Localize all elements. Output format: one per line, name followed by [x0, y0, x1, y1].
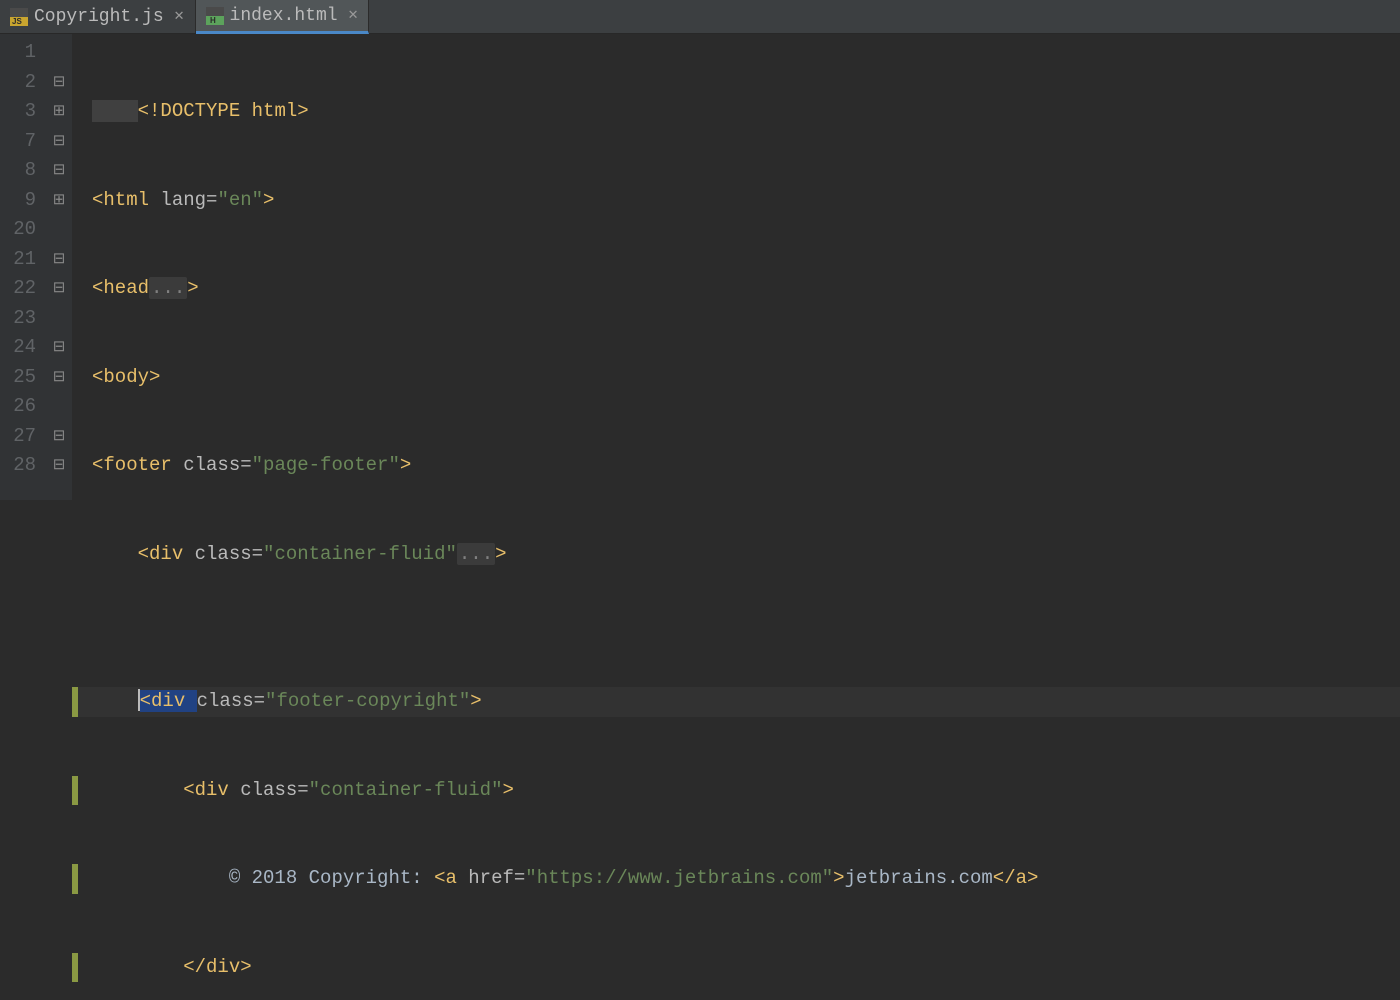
line-number: 28 [0, 451, 36, 481]
code-line: <body> [72, 363, 1400, 393]
line-number: 7 [0, 127, 36, 157]
fold-toggle[interactable]: ⊟ [46, 422, 72, 452]
code-line: <!DOCTYPE html> [72, 97, 1400, 127]
text-cursor [138, 689, 140, 711]
line-number: 9 [0, 186, 36, 216]
code-line: <div class="footer-copyright"> [72, 687, 1400, 717]
line-number: 2 [0, 68, 36, 98]
change-marker [72, 953, 78, 983]
code-area[interactable]: <!DOCTYPE html> <html lang="en"> <head..… [72, 34, 1400, 500]
line-number: 27 [0, 422, 36, 452]
line-number: 25 [0, 363, 36, 393]
line-number: 24 [0, 333, 36, 363]
code-line: <div class="container-fluid"> [72, 776, 1400, 806]
code-line: <html lang="en"> [72, 186, 1400, 216]
line-number: 23 [0, 304, 36, 334]
change-marker [72, 687, 78, 717]
line-number: 8 [0, 156, 36, 186]
fold-toggle [46, 215, 72, 245]
fold-gutter[interactable]: ⊟ ⊞ ⊟ ⊟ ⊞ ⊟ ⊟ ⊟ ⊟ ⊟ ⊟ [46, 34, 72, 500]
fold-toggle [46, 38, 72, 68]
close-icon[interactable]: ✕ [174, 9, 185, 24]
tab-bar: JS Copyright.js ✕ H index.html ✕ [0, 0, 1400, 34]
tab-index-html[interactable]: H index.html ✕ [196, 0, 370, 34]
fold-toggle[interactable]: ⊟ [46, 274, 72, 304]
code-line: <footer class="page-footer"> [72, 451, 1400, 481]
line-number: 22 [0, 274, 36, 304]
code-line: <div class="container-fluid"...> [72, 540, 1400, 570]
fold-toggle[interactable]: ⊞ [46, 186, 72, 216]
change-marker [72, 776, 78, 806]
fold-toggle [46, 392, 72, 422]
fold-toggle[interactable]: ⊟ [46, 68, 72, 98]
editor: 1 2 3 7 8 9 20 21 22 23 24 25 26 27 28 ⊟… [0, 34, 1400, 500]
line-number: 20 [0, 215, 36, 245]
tab-label: Copyright.js [34, 7, 164, 27]
code-line: <head...> [72, 274, 1400, 304]
fold-toggle[interactable]: ⊟ [46, 127, 72, 157]
svg-text:JS: JS [12, 17, 22, 26]
fold-toggle[interactable]: ⊟ [46, 245, 72, 275]
code-line: </div> [72, 953, 1400, 983]
fold-toggle[interactable]: ⊞ [46, 97, 72, 127]
close-icon[interactable]: ✕ [348, 8, 359, 23]
js-file-icon: JS [10, 8, 28, 26]
code-line: © 2018 Copyright: <a href="https://www.j… [72, 864, 1400, 894]
line-number-gutter[interactable]: 1 2 3 7 8 9 20 21 22 23 24 25 26 27 28 [0, 34, 46, 500]
svg-text:H: H [210, 16, 216, 25]
tab-copyright-js[interactable]: JS Copyright.js ✕ [0, 0, 196, 33]
line-number: 21 [0, 245, 36, 275]
line-number: 1 [0, 38, 36, 68]
line-number: 3 [0, 97, 36, 127]
fold-toggle[interactable]: ⊟ [46, 156, 72, 186]
fold-toggle[interactable]: ⊟ [46, 333, 72, 363]
html-file-icon: H [206, 7, 224, 25]
change-marker [72, 864, 78, 894]
line-number: 26 [0, 392, 36, 422]
tab-label: index.html [230, 6, 338, 26]
fold-toggle[interactable]: ⊟ [46, 363, 72, 393]
fold-toggle[interactable]: ⊟ [46, 451, 72, 481]
fold-toggle [46, 304, 72, 334]
